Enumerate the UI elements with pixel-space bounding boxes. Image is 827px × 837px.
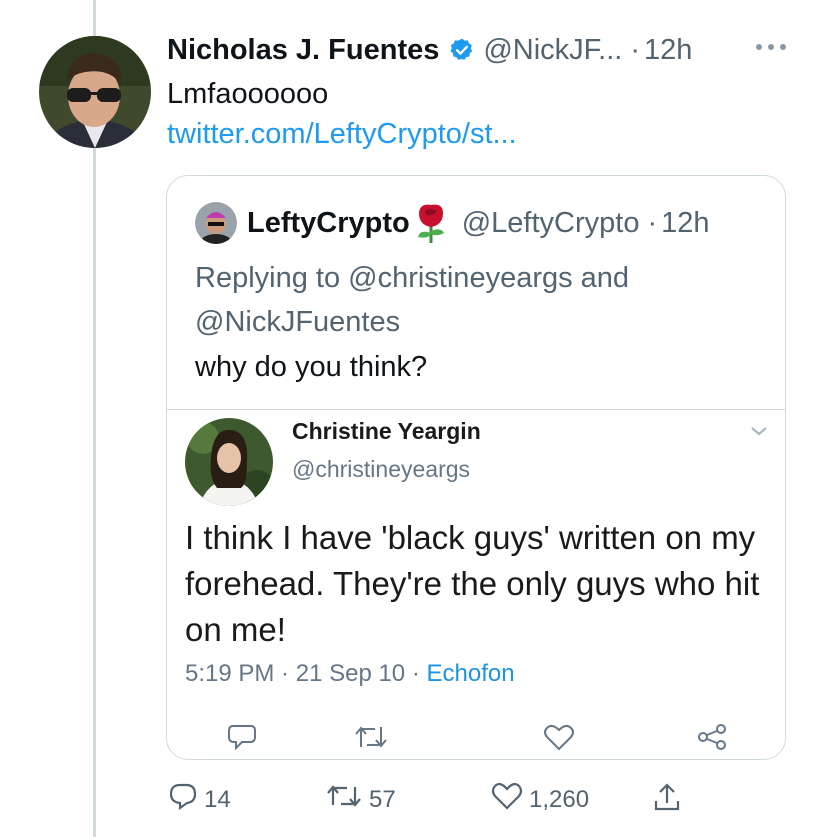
replying-to-line2: @NickJFuentes xyxy=(195,306,401,338)
quote-header: LeftyCrypto @LeftyCrypto · 12h xyxy=(195,202,710,244)
reply-icon xyxy=(168,781,204,818)
quote-text: why do you think? xyxy=(195,351,428,383)
retweet-button[interactable]: 57 xyxy=(325,781,396,818)
embedded-text: I think I have 'black guys' written on m… xyxy=(185,519,760,648)
like-icon xyxy=(491,781,529,818)
embedded-meta: 5:19 PM · 21 Sep 10 · Echofon xyxy=(185,660,515,688)
retweet-count: 57 xyxy=(369,785,396,813)
tweet-timestamp[interactable]: 12h xyxy=(644,34,692,67)
embedded-avatar xyxy=(185,418,273,506)
separator-dot: · xyxy=(630,33,641,66)
tweet-header: Nicholas J. Fuentes @NickJF... · 12h xyxy=(167,30,692,70)
embedded-time: 5:19 PM xyxy=(185,660,275,687)
like-icon xyxy=(543,723,575,756)
embedded-author-handle: @christineyeargs xyxy=(292,456,471,482)
reply-icon xyxy=(227,723,257,756)
tweet-link[interactable]: twitter.com/LeftyCrypto/st... xyxy=(167,118,517,151)
share-button[interactable] xyxy=(651,781,689,820)
quote-author-name[interactable]: LeftyCrypto xyxy=(247,207,410,240)
quote-avatar xyxy=(195,202,237,244)
author-name[interactable]: Nicholas J. Fuentes xyxy=(167,34,439,67)
author-avatar[interactable] xyxy=(39,36,151,148)
replying-to: Replying to @christineyeargs and @NickJF… xyxy=(195,256,755,344)
embedded-separator: · xyxy=(405,660,427,687)
more-icon[interactable] xyxy=(756,36,786,58)
tweet-text: Lmfaoooooo xyxy=(167,78,329,110)
reply-count: 14 xyxy=(204,785,231,813)
share-icon xyxy=(697,723,727,756)
share-icon xyxy=(651,781,689,820)
embedded-actions xyxy=(167,723,785,759)
verified-badge-icon xyxy=(449,37,475,63)
quote-author-handle[interactable]: @LeftyCrypto xyxy=(462,207,640,240)
replying-to-line1: Replying to @christineyeargs and xyxy=(195,262,630,294)
tweet-actions: 14 57 1,260 xyxy=(0,775,827,825)
author-handle[interactable]: @NickJF... xyxy=(483,34,622,67)
embedded-date: 21 Sep 10 xyxy=(295,660,406,687)
like-count: 1,260 xyxy=(529,785,590,813)
embedded-screenshot[interactable]: Christine Yeargin @christineyeargs I thi… xyxy=(167,409,785,759)
rose-emoji-icon xyxy=(414,203,448,243)
retweet-icon xyxy=(325,781,369,818)
quote-timestamp[interactable]: 12h xyxy=(661,207,709,240)
like-button[interactable]: 1,260 xyxy=(491,781,589,818)
embedded-author-name: Christine Yeargin xyxy=(292,418,481,444)
quote-separator-dot: · xyxy=(647,206,658,239)
reply-button[interactable]: 14 xyxy=(168,781,231,818)
retweet-icon xyxy=(353,723,389,756)
embedded-source: Echofon xyxy=(426,660,515,687)
embedded-separator: · xyxy=(274,660,296,687)
quoted-tweet[interactable]: LeftyCrypto @LeftyCrypto · 12h Replying … xyxy=(166,175,786,760)
chevron-down-icon xyxy=(749,424,769,443)
